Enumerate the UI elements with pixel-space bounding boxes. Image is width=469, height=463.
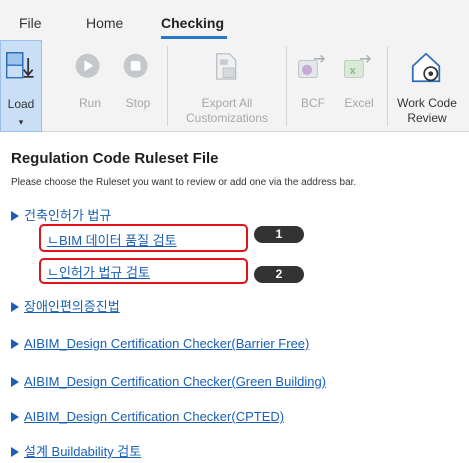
ribbon-tab-bar: File Home Checking xyxy=(0,0,469,40)
stop-button[interactable]: Stop xyxy=(118,40,158,132)
export-all-customizations-button[interactable]: Export All Customizations xyxy=(172,40,282,132)
expand-triangle-icon[interactable] xyxy=(11,339,19,349)
step-badge-2: 2 xyxy=(254,266,304,283)
ruleset-item-building-permit[interactable]: 건축인허가 법규 xyxy=(11,205,111,224)
bcf-button[interactable]: BCF xyxy=(292,40,334,132)
active-tab-indicator xyxy=(161,36,227,39)
tab-home[interactable]: Home xyxy=(86,15,123,31)
svg-text:x: x xyxy=(350,65,357,77)
excel-button[interactable]: x Excel xyxy=(338,40,380,132)
ruleset-item-accessibility[interactable]: 장애인편의증진법 xyxy=(11,296,120,315)
load-button[interactable]: Load ▾ xyxy=(0,40,42,132)
stop-label: Stop xyxy=(125,96,151,110)
load-label: Load xyxy=(7,97,35,111)
excel-label: Excel xyxy=(344,96,374,110)
expand-triangle-icon[interactable] xyxy=(11,377,19,387)
ruleset-item-cpted[interactable]: AIBIM_Design Certification Checker(CPTED… xyxy=(11,409,284,424)
play-icon xyxy=(75,53,100,78)
expand-triangle-icon[interactable] xyxy=(11,447,19,457)
work-code-review-button[interactable]: Work Code Review xyxy=(392,40,462,132)
run-label: Run xyxy=(78,96,101,110)
step-badge-1: 1 xyxy=(254,226,304,243)
load-icon xyxy=(6,52,34,79)
export-document-icon xyxy=(216,53,237,80)
house-gear-icon xyxy=(411,52,441,83)
load-dropdown-arrow[interactable]: ▾ xyxy=(1,117,41,128)
expand-triangle-icon[interactable] xyxy=(11,302,19,312)
expand-triangle-icon[interactable] xyxy=(11,211,19,221)
ribbon-separator xyxy=(167,46,168,126)
ruleset-item-green-building[interactable]: AIBIM_Design Certification Checker(Green… xyxy=(11,374,326,389)
instructions-text: Please choose the Ruleset you want to re… xyxy=(11,177,357,188)
bcf-label: BCF xyxy=(301,96,325,110)
bcf-icon xyxy=(298,54,326,78)
export-label-line2: Customizations xyxy=(185,111,269,125)
ruleset-item-buildability[interactable]: 설계 Buildability 검토 xyxy=(11,441,141,460)
review-label-line1: Work Code xyxy=(397,96,457,110)
highlight-box-2 xyxy=(39,258,248,284)
highlight-box-1 xyxy=(39,224,248,252)
stop-icon xyxy=(123,53,148,78)
ribbon-separator xyxy=(286,46,287,126)
expand-triangle-icon[interactable] xyxy=(11,412,19,422)
tab-file[interactable]: File xyxy=(19,15,42,31)
ribbon-toolbar: Load ▾ Run Stop Export All Customization… xyxy=(0,40,469,132)
tab-checking[interactable]: Checking xyxy=(161,15,224,31)
page-title: Regulation Code Ruleset File xyxy=(11,150,219,167)
run-button[interactable]: Run xyxy=(72,40,108,132)
export-label-line1: Export All xyxy=(201,96,253,110)
review-label-line2: Review xyxy=(407,111,447,125)
ruleset-item-barrier-free[interactable]: AIBIM_Design Certification Checker(Barri… xyxy=(11,336,309,351)
ribbon-separator xyxy=(387,46,388,126)
excel-icon: x xyxy=(344,54,372,78)
